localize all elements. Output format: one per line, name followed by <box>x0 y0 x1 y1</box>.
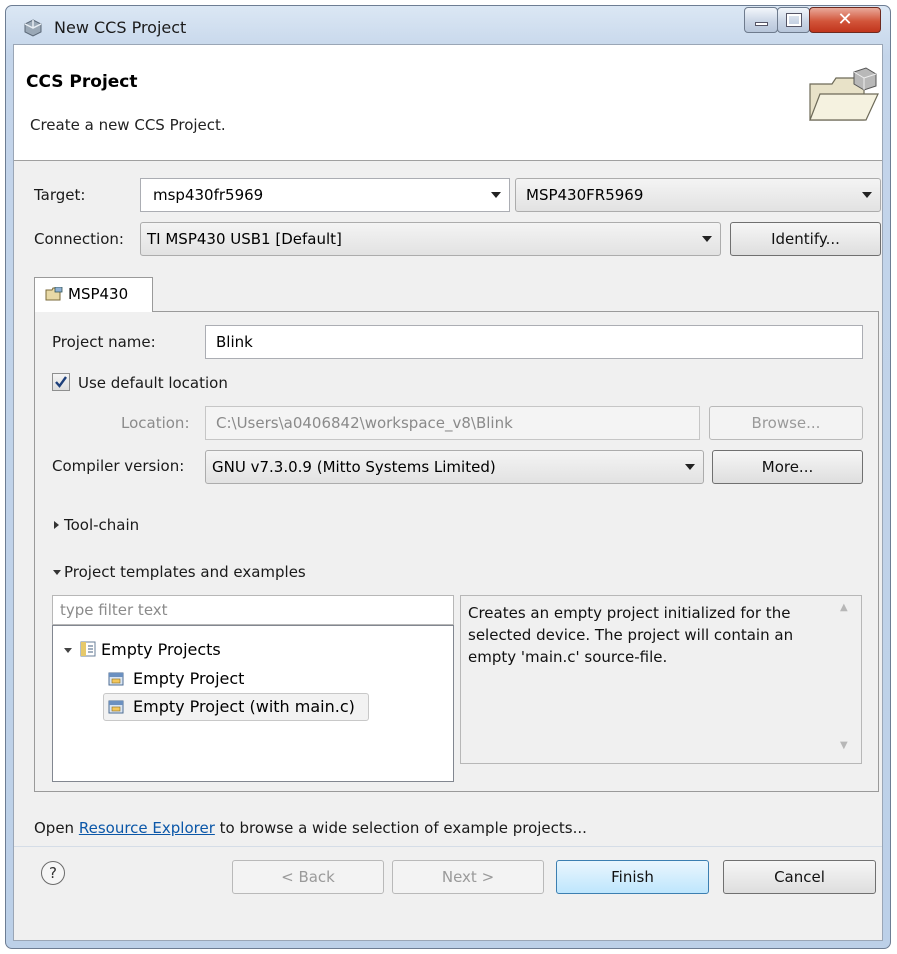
tree-collapse-icon[interactable] <box>64 648 72 653</box>
folder-list-icon <box>80 641 96 657</box>
project-tab-icon <box>45 287 63 301</box>
project-name-label: Project name: <box>52 333 156 351</box>
page-description: Create a new CCS Project. <box>30 116 226 134</box>
minimize-button[interactable] <box>744 7 778 33</box>
project-template-icon <box>108 672 124 686</box>
target-label: Target: <box>34 186 86 204</box>
chevron-down-icon <box>862 192 872 198</box>
collapse-templates-icon[interactable] <box>53 570 61 575</box>
hint-text-after: to browse a wide selection of example pr… <box>214 819 587 837</box>
scroll-down-arrow-icon[interactable]: ▼ <box>840 740 848 751</box>
chevron-down-icon <box>491 192 501 198</box>
tree-item-empty-project[interactable]: Empty Project <box>133 669 244 688</box>
finish-button[interactable]: Finish <box>556 860 709 894</box>
close-icon: ✕ <box>837 9 853 30</box>
tree-item-empty-project-main[interactable]: Empty Project (with main.c) <box>133 697 355 716</box>
header-banner <box>14 45 882 161</box>
connection-value: TI MSP430 USB1 [Default] <box>147 230 342 248</box>
tab-msp430-label: MSP430 <box>68 285 129 303</box>
use-default-location-label[interactable]: Use default location <box>78 374 228 392</box>
next-button: Next > <box>392 860 544 894</box>
help-button[interactable]: ? <box>41 861 65 885</box>
template-filter-input[interactable]: type filter text <box>52 595 454 625</box>
target-device-value: MSP430FR5969 <box>526 186 644 204</box>
expand-toolchain-icon[interactable] <box>54 521 59 529</box>
maximize-icon <box>786 13 802 27</box>
location-label: Location: <box>121 414 190 432</box>
hint-text-before: Open <box>34 819 79 837</box>
use-default-location-checkbox[interactable] <box>52 373 70 391</box>
folder-wizard-icon <box>809 67 879 121</box>
more-button[interactable]: More... <box>712 450 863 484</box>
browse-button: Browse... <box>709 406 863 440</box>
target-device-combo[interactable]: MSP430FR5969 <box>515 178 881 212</box>
back-button: < Back <box>232 860 384 894</box>
footer-divider <box>14 846 882 847</box>
template-description: Creates an empty project initialized for… <box>460 595 862 764</box>
toolchain-section-header[interactable]: Tool-chain <box>64 516 139 534</box>
checkmark-icon <box>55 376 67 388</box>
minimize-icon <box>755 22 768 26</box>
compiler-version-combo[interactable]: GNU v7.3.0.9 (Mitto Systems Limited) <box>205 450 704 484</box>
chevron-down-icon <box>702 236 712 242</box>
compiler-version-label: Compiler version: <box>52 457 185 475</box>
identify-button[interactable]: Identify... <box>730 222 881 256</box>
cancel-button[interactable]: Cancel <box>723 860 876 894</box>
target-family-combo[interactable]: msp430fr5969 <box>140 178 510 212</box>
resource-explorer-hint: Open Resource Explorer to browse a wide … <box>34 819 587 837</box>
scroll-up-arrow-icon[interactable]: ▲ <box>840 602 848 613</box>
project-template-icon <box>108 700 124 714</box>
close-button[interactable]: ✕ <box>809 7 881 33</box>
connection-combo[interactable]: TI MSP430 USB1 [Default] <box>140 222 721 256</box>
connection-label: Connection: <box>34 230 124 248</box>
location-input: C:\Users\a0406842\workspace_v8\Blink <box>205 406 700 440</box>
page-title: CCS Project <box>26 72 138 92</box>
chevron-down-icon <box>685 464 695 470</box>
window-controls: ✕ <box>0 0 897 44</box>
templates-section-header[interactable]: Project templates and examples <box>64 563 306 581</box>
project-name-input[interactable]: Blink <box>205 325 863 359</box>
maximize-button[interactable] <box>777 7 810 33</box>
tree-group-empty-projects[interactable]: Empty Projects <box>101 640 221 659</box>
resource-explorer-link[interactable]: Resource Explorer <box>79 819 215 837</box>
compiler-version-value: GNU v7.3.0.9 (Mitto Systems Limited) <box>212 458 496 476</box>
target-family-value: msp430fr5969 <box>153 186 264 204</box>
